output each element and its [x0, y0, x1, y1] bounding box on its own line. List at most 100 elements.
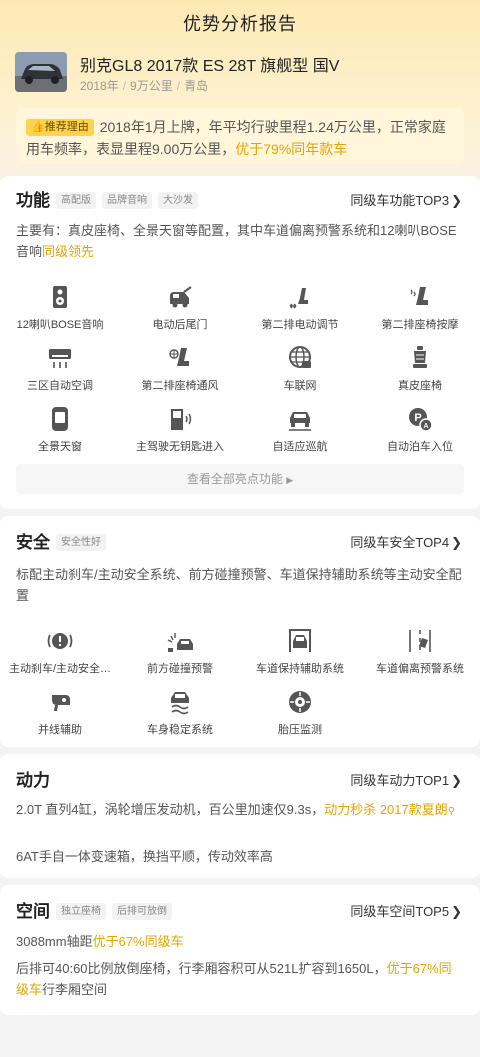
safety-label: 主动刹车/主动安全…	[8, 663, 112, 675]
function-chip: 高配版	[56, 192, 96, 209]
recommend-tag-label: 推荐理由	[44, 121, 89, 133]
safety-chip: 安全性好	[56, 534, 106, 551]
car-thumbnail[interactable]	[15, 52, 67, 92]
recommend-tag: 👍推荐理由	[26, 119, 94, 136]
chevron-right-icon: ❯	[451, 535, 462, 550]
feature-label: 真皮座椅	[398, 380, 442, 392]
space-desc-2: 后排可40:60比例放倒座椅，行李厢容积可从521L扩容到1650L，优于67%…	[16, 958, 464, 1000]
safety-item[interactable]: 车道保持辅助系统	[240, 628, 360, 676]
feature-item[interactable]: 第二排电动调节	[240, 284, 360, 332]
power-compare-link[interactable]: 动力秒杀 2017款夏朗	[324, 802, 448, 817]
safety-title: 安全	[16, 533, 50, 552]
space-desc2-text: 后排可40:60比例放倒座椅，行李厢容积可从521L扩容到1650L，	[16, 961, 387, 976]
chevron-right-icon: ❯	[451, 193, 462, 208]
function-desc-highlight: 同级领先	[42, 244, 95, 259]
car-year: 2018年	[80, 79, 119, 93]
space-desc1-highlight: 优于67%同级车	[92, 934, 184, 949]
feature-label: 电动后尾门	[152, 319, 208, 331]
lane-keep-icon	[289, 629, 311, 652]
power-desc-2: 6AT手自一体变速箱，换挡平顺，传动效率高	[16, 849, 273, 864]
stability-icon	[171, 692, 189, 715]
function-top-link[interactable]: 同级车功能TOP3 ❯	[350, 190, 462, 209]
feature-item[interactable]: 真皮座椅	[360, 345, 480, 393]
feature-item[interactable]: 主驾驶无钥匙进入	[120, 406, 240, 454]
safety-label: 车身稳定系统	[147, 724, 213, 736]
safety-header: 安全 安全性好	[16, 528, 106, 553]
space-card: 空间 独立座椅 后排可放倒 同级车空间TOP5 ❯ 3088mm轴距优于67%同级车 …	[0, 885, 480, 1015]
safety-card: 安全 安全性好 同级车安全TOP4 ❯ 标配主动刹车/主动安全系统、前方碰撞预警、车…	[0, 516, 480, 747]
power-desc-1: 2.0T 直列4缸，涡轮增压发动机，百公里加速仅9.3s，动力秒杀 2017款夏…	[16, 799, 464, 822]
feature-label: 三区自动空调	[27, 380, 93, 392]
seat-massage-icon	[410, 287, 428, 305]
safety-item[interactable]: 前方碰撞预警	[120, 628, 240, 676]
page-title: 优势分析报告	[183, 14, 297, 34]
function-link-label: 同级车功能TOP3	[350, 193, 450, 208]
view-all-label: 查看全部亮点功能	[186, 472, 283, 486]
seat-adjust-icon	[289, 288, 308, 309]
sunroof-icon	[52, 407, 68, 431]
safety-item[interactable]: 主动刹车/主动安全…	[0, 628, 120, 676]
view-all-features-button[interactable]: 查看全部亮点功能 ▶	[16, 464, 464, 494]
air-conditioner-icon	[49, 349, 71, 368]
safety-top-link[interactable]: 同级车安全TOP4 ❯	[350, 532, 462, 551]
power-link-label: 同级车动力TOP1	[350, 773, 450, 788]
adaptive-cruise-icon	[289, 412, 311, 431]
feature-item[interactable]: 自适应巡航	[240, 406, 360, 454]
feature-item[interactable]: PA 自动泊车入位	[360, 406, 480, 454]
space-top-link[interactable]: 同级车空间TOP5 ❯	[350, 901, 462, 920]
feature-label: 全景天窗	[38, 441, 82, 453]
feature-item[interactable]: 12喇叭BOSE音响	[0, 284, 120, 332]
function-chip: 大沙发	[158, 192, 198, 209]
globe-icon	[289, 346, 311, 368]
feature-item[interactable]: 第二排座椅通风	[120, 345, 240, 393]
feature-item[interactable]: 全景天窗	[0, 406, 120, 454]
brake-warning-icon	[47, 633, 73, 649]
car-name: 别克GL8 2017款 ES 28T 旗舰型 国V	[80, 58, 340, 75]
safety-item[interactable]: 车道偏离预警系统	[360, 628, 480, 676]
safety-link-label: 同级车安全TOP4	[350, 535, 450, 550]
feature-label: 主驾驶无钥匙进入	[136, 441, 224, 453]
safety-label: 前方碰撞预警	[147, 663, 213, 675]
space-desc2-tail: 行李厢空间	[42, 982, 108, 997]
svg-text:A: A	[423, 423, 428, 430]
seat-ventilation-icon	[169, 348, 189, 366]
safety-item[interactable]: 胎压监测	[240, 689, 360, 737]
chevron-right-icon: ❯	[451, 773, 462, 788]
space-link-label: 同级车空间TOP5	[350, 904, 450, 919]
thumbs-up-icon: 👍	[31, 121, 45, 133]
feature-item[interactable]: 第二排座椅按摩	[360, 284, 480, 332]
power-tailgate-icon	[170, 286, 192, 308]
triangle-right-icon: ▶	[286, 475, 294, 485]
car-mileage: 9万公里	[130, 79, 173, 93]
power-title: 动力	[16, 771, 50, 790]
feature-item[interactable]: 车联网	[240, 345, 360, 393]
safety-desc: 标配主动刹车/主动安全系统、前方碰撞预警、车道保持辅助系统等主动安全配置	[16, 567, 462, 603]
power-top-link[interactable]: 同级车动力TOP1 ❯	[350, 770, 462, 789]
chevron-right-icon: ❯	[451, 904, 462, 919]
feature-label: 第二排座椅通风	[141, 380, 219, 392]
safety-label: 并线辅助	[38, 724, 82, 736]
power-desc-text: 2.0T 直列4缸，涡轮增压发动机，百公里加速仅9.3s，	[16, 802, 325, 817]
leather-seat-icon	[413, 346, 427, 368]
space-chip: 后排可放倒	[112, 903, 172, 920]
safety-label: 胎压监测	[278, 724, 322, 736]
space-title: 空间	[16, 902, 50, 921]
car-meta: 2018年/9万公里 / 青岛	[80, 79, 209, 93]
keyless-entry-icon	[171, 409, 192, 430]
function-card: 功能 高配版 品牌音响 大沙发 同级车功能TOP3 ❯ 主要有：真皮座椅、全景天窗等配置…	[0, 176, 480, 509]
recommend-highlight: 优于79%同年款车	[235, 141, 348, 157]
lane-departure-icon	[409, 630, 431, 652]
feature-label: 第二排座椅按摩	[381, 319, 459, 331]
search-icon[interactable]: ⚲	[448, 806, 455, 817]
function-title: 功能	[16, 191, 50, 210]
safety-item[interactable]: 车身稳定系统	[120, 689, 240, 737]
feature-item[interactable]: 三区自动空调	[0, 345, 120, 393]
feature-item[interactable]: 电动后尾门	[120, 284, 240, 332]
function-chip: 品牌音响	[102, 192, 152, 209]
function-header: 功能 高配版 品牌音响 大沙发	[16, 186, 198, 211]
power-card: 动力 同级车动力TOP1 ❯ 2.0T 直列4缸，涡轮增压发动机，百公里加速仅9.…	[0, 754, 480, 878]
recommend-box: 👍推荐理由 2018年1月上牌，年平均行驶里程1.24万公里，正常家庭用车频率，表…	[16, 108, 464, 164]
space-desc1-text: 3088mm轴距	[16, 934, 93, 949]
safety-label: 车道偏离预警系统	[376, 663, 464, 675]
safety-item[interactable]: 并线辅助	[0, 689, 120, 737]
